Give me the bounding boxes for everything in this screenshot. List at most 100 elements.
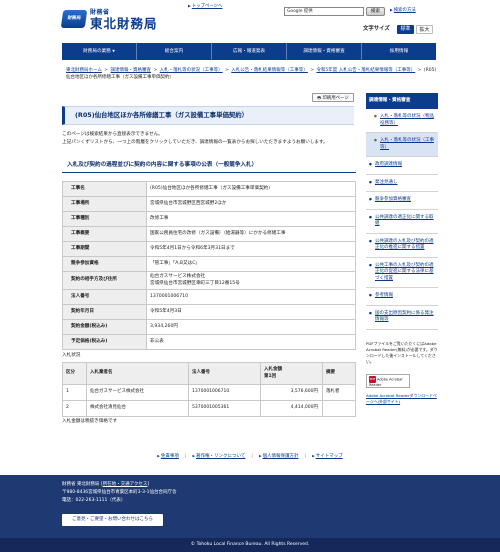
sidebar-item-label[interactable]: 公共工事の入札及び契約の適正化の促進に関する法律に基づく措置 — [375, 263, 434, 281]
column-header: 入札業者名 — [86, 362, 189, 385]
sidebar-heading[interactable]: 調達情報・資格審査 — [366, 93, 438, 109]
breadcrumb-separator: > — [152, 68, 159, 73]
footer-link-separator: | — [304, 454, 307, 459]
row-label: 工事場所 — [62, 196, 147, 212]
intro-line: 上記パンくずリストから、一つ上の階層をクリックしていただき、調達情報の一覧表から… — [62, 140, 328, 146]
sidebar-item-label[interactable]: 入札・落札等の状況（物品役務等） — [380, 114, 434, 126]
breadcrumb-separator: > — [416, 68, 423, 73]
footer-link-separator: | — [251, 454, 253, 459]
column-header: 区分 — [62, 362, 87, 385]
bid-amount: 3,576,600円 — [260, 384, 323, 401]
sidebar-item-label[interactable]: 発注見通し — [375, 180, 398, 185]
search-button[interactable]: 検索 — [366, 7, 385, 16]
triangle-right-icon: ▶ — [258, 454, 262, 458]
table-row: 予定価格(税込み) 非公表 — [62, 334, 356, 350]
footer-link-label[interactable]: 個人情報保護方針 — [263, 454, 299, 459]
breadcrumb-link[interactable]: 東北財務局ホーム — [66, 68, 102, 73]
adobe-reader-badge[interactable]: PDF Adobe Acrobat Reader — [366, 374, 410, 388]
sidebar-item-expenditure-contracts[interactable]: 国の支出原因契約に係る発注情報等 — [366, 306, 438, 330]
table-row: 工事場所 宮城県仙台市宮城野区西宮城野2ほか — [62, 196, 356, 212]
footer-link-separator: | — [184, 454, 187, 459]
sidebar-item-qualification[interactable]: 競争参加資格審査 — [366, 192, 438, 210]
gnav-item-recruit[interactable]: 採用情報 — [362, 43, 436, 60]
row-value: 国家公務員住宅の改修（ガス設備）（給湯器等）にかかる修繕工事 — [146, 226, 356, 242]
row-value: 令和5年4月1日から令和6年3月31日まで — [146, 241, 356, 257]
sidebar-item-reference[interactable]: 参考情報 — [366, 288, 438, 306]
table-row: 2 株式会社清見仙台 5370001005361 4,414,000円 — [62, 400, 356, 417]
section-title: 入札及び契約の過程並びに契約の内容に関する事項の公表（一般競争入札） — [62, 159, 356, 173]
table-row: 1 仙台ガスサービス株式会社 1370001006710 3,576,600円 … — [62, 384, 356, 401]
row-label: 契約の相手方及び住所 — [62, 271, 147, 290]
contact-button[interactable]: ご意見・ご要望・お問い合わせはこちら — [62, 514, 163, 526]
footer-link-sitemap[interactable]: ▶サイトマップ — [312, 454, 343, 460]
sidebar-item-label[interactable]: 公共調達の入札及び契約の適正化の推進に関する措置 — [375, 239, 434, 251]
table-row: 契約金額(税込み) 3,934,260円 — [62, 319, 356, 335]
breadcrumb-link[interactable]: 入札公告・落札結果情報等（工事等） — [231, 68, 308, 73]
footer-link-copyright[interactable]: ▶著作権・リンクについて — [192, 454, 245, 460]
row-value: (R05)仙台地区ほか各所修繕工事（ガス設備工事単価契約） — [146, 181, 356, 197]
footer-link-label[interactable]: サイトマップ — [316, 454, 343, 459]
row-label: 法人番号 — [62, 289, 147, 305]
font-size-large-button[interactable]: 拡大 — [416, 25, 433, 34]
sidebar-item-label[interactable]: 公共調達の適正化に関する取組 — [375, 215, 434, 227]
footer-link-label[interactable]: 著作権・リンクについて — [196, 454, 245, 459]
table-row: 工事概要 国家公務員住宅の改修（ガス設備）（給湯器等）にかかる修繕工事 — [62, 226, 356, 242]
how-to-search-text[interactable]: 検索の方法 — [394, 8, 416, 13]
table-row: 法人番号 1370001006710 — [62, 289, 356, 305]
site-title[interactable]: 東北財務局 — [90, 16, 158, 33]
search-input[interactable]: Google 提供 — [284, 7, 364, 16]
table-header-row: 区分 入札業者名 法人番号 入札金額 第1回 摘要 — [62, 362, 356, 385]
top-page-link-text[interactable]: トップページへ — [192, 4, 223, 9]
gnav-item-business[interactable]: 財務局の業務 ▼ — [62, 43, 137, 60]
sidebar-item-label[interactable]: 政府調達情報 — [375, 162, 402, 167]
pdf-reader-note: PDFファイルをご覧いただくにはAdobe Acrobat Reader(無料)… — [366, 341, 438, 365]
row-label: 契約年月日 — [62, 304, 147, 320]
sidebar-item-bids-construction[interactable]: 入札・落札等の状況（工事等） — [366, 133, 438, 158]
row-label: 競争参加資格 — [62, 256, 147, 272]
sidebar-item-bids-goods[interactable]: 入札・落札等の状況（物品役務等） — [366, 109, 438, 134]
breadcrumb-link[interactable]: 令和5年度 入札公告・落札結果情報等（工事等） — [316, 68, 415, 73]
font-size-label: 文字サイズ — [363, 26, 390, 32]
triangle-right-icon: ▶ — [312, 454, 315, 458]
row-label: 工事期間 — [62, 241, 147, 257]
breadcrumb-separator: > — [102, 68, 110, 73]
font-size-normal-button[interactable]: 標準 — [397, 25, 414, 34]
top-page-link[interactable]: ▶トップページへ — [188, 4, 222, 10]
sidebar-item-procurement-measures[interactable]: 公共調達の入札及び契約の適正化の推進に関する措置 — [366, 234, 438, 258]
triangle-right-icon: ▶ — [192, 454, 196, 458]
footer-links: ▶免責事項 | ▶著作権・リンクについて | ▶個人情報保護方針 | ▶サイトマ… — [62, 454, 438, 460]
footer-link-disclaimer[interactable]: ▶免責事項 — [157, 454, 179, 460]
row-value: 改修工事 — [146, 211, 356, 227]
printer-icon: 🖶 — [317, 95, 322, 100]
adobe-reader-download-link[interactable]: Adobe Acrobat Readerダウンロードページへ(外部サイト) — [366, 393, 440, 405]
sidebar-item-label[interactable]: 競争参加資格審査 — [375, 197, 411, 202]
footer-org: 財務省 東北財務局 — [62, 482, 100, 487]
footer-address-block: 財務省 東北財務局 [所在地・交通アクセス] 〒980-8436宮城県仙台市青葉… — [62, 481, 177, 505]
footer-link-privacy[interactable]: ▶個人情報保護方針 — [259, 454, 299, 460]
gnav-item-label: 財務局の業務 — [83, 49, 111, 54]
gnav-item-guide[interactable]: 総合案内 — [137, 43, 212, 60]
breadcrumb: 東北財務局ホーム > 調達情報・資格審査 > 入札・落札等の状況（工事等） > … — [66, 68, 438, 82]
print-page-button[interactable]: 🖶 印刷用ページ — [312, 93, 354, 102]
sidebar-item-label[interactable]: 国の支出原因契約に係る発注情報等 — [375, 311, 434, 323]
row-value: 「管工事」「A,B又はC」 — [146, 256, 356, 272]
sidebar-item-public-works-law[interactable]: 公共工事の入札及び契約の適正化の促進に関する法律に基づく措置 — [366, 258, 438, 289]
pdf-icon: PDF — [369, 376, 376, 383]
footer-access-link[interactable]: 所在地・交通アクセス — [103, 482, 148, 487]
sidebar-item-gov-procurement[interactable]: 政府調達情報 — [366, 157, 438, 175]
row-value: 非公表 — [146, 334, 356, 350]
breadcrumb-link[interactable]: 調達情報・資格審査 — [111, 68, 152, 73]
bid-amount: 4,414,000円 — [260, 400, 323, 417]
footer-link-label[interactable]: 免責事項 — [161, 454, 179, 459]
gnav-item-press[interactable]: 広報・報道発表 — [212, 43, 287, 60]
sidebar-item-label[interactable]: 入札・落札等の状況（工事等） — [380, 138, 434, 150]
row-label: 予定価格(税込み) — [62, 334, 147, 350]
sidebar-item-label[interactable]: 参考情報 — [375, 293, 393, 298]
breadcrumb-link[interactable]: 入札・落札等の状況（工事等） — [160, 68, 223, 73]
site-logo-icon[interactable]: 財務局 — [60, 10, 88, 28]
sidebar-item-proper-procurement[interactable]: 公共調達の適正化に関する取組 — [366, 210, 438, 234]
how-to-search-link[interactable]: ▶検索の方法 — [390, 8, 416, 14]
gnav-item-procurement[interactable]: 調達情報・資格審査 — [287, 43, 362, 60]
adobe-reader-download-text[interactable]: Adobe Acrobat Readerダウンロードページへ(外部サイト) — [366, 393, 437, 404]
sidebar-item-forecast[interactable]: 発注見通し — [366, 175, 438, 193]
